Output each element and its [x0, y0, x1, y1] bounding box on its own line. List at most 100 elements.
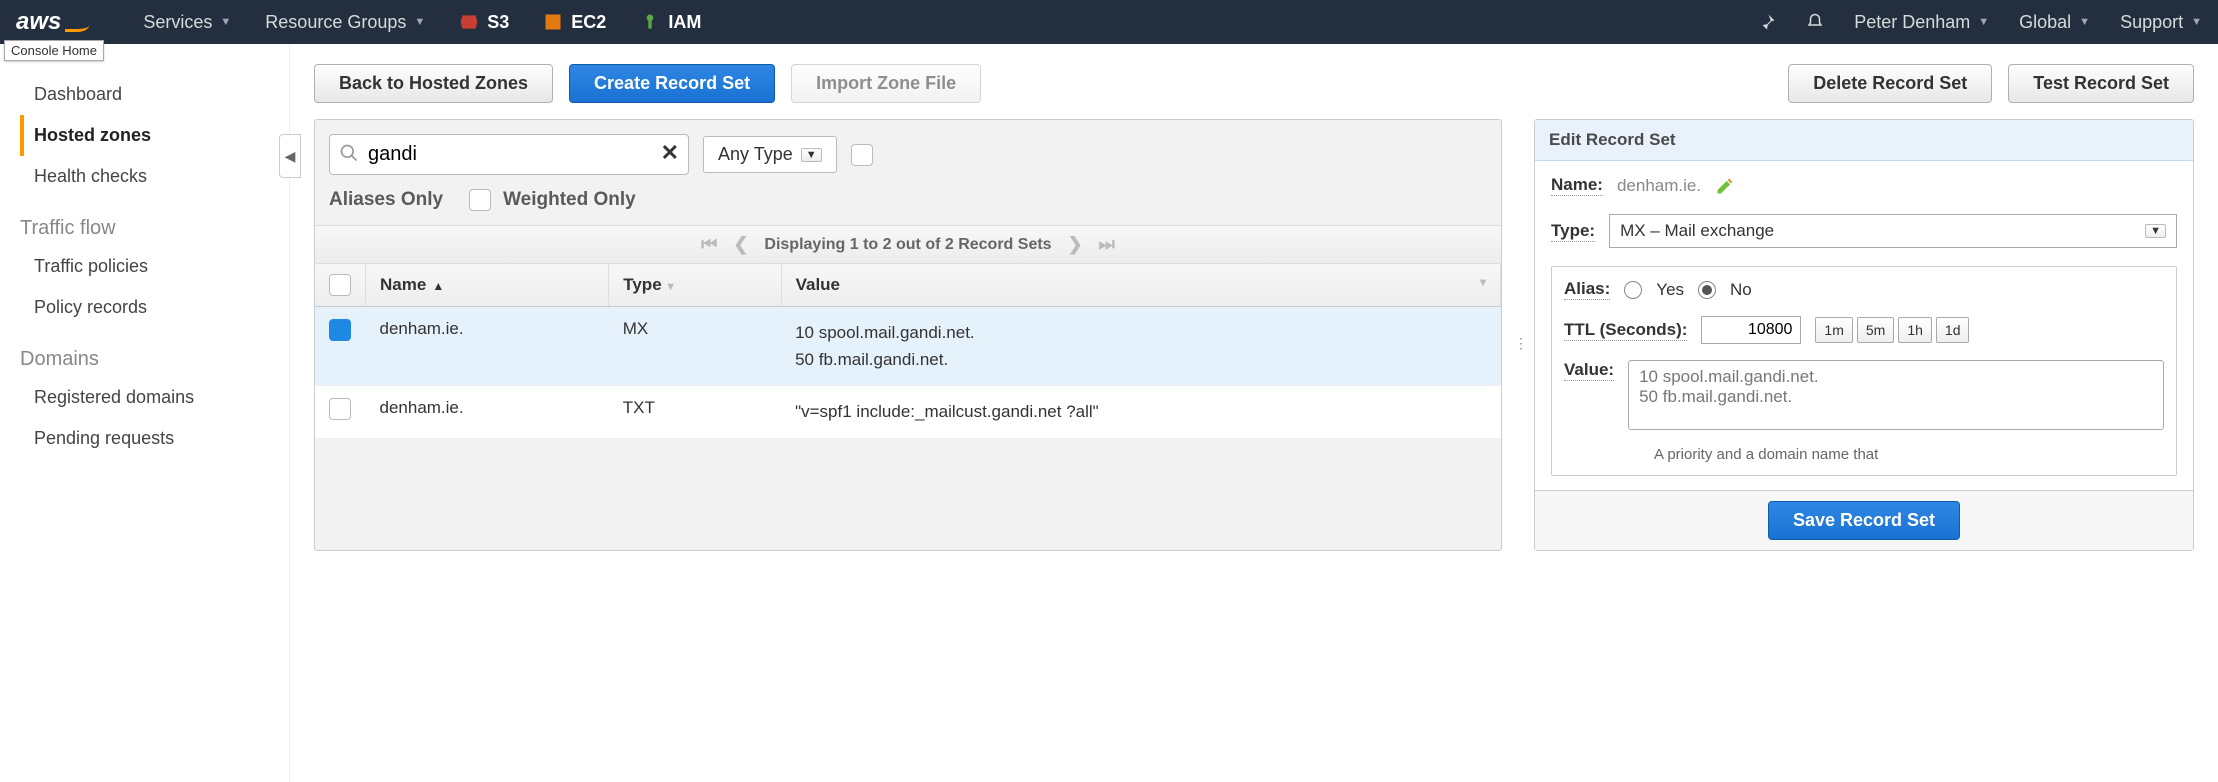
save-record-set-button[interactable]: Save Record Set: [1768, 501, 1960, 540]
select-all-checkbox[interactable]: [329, 274, 351, 296]
aliases-only-label: Aliases Only: [329, 189, 443, 211]
record-set-table: Name ▲ Type ▾ Value ▾ denham.ie. MX 10 spoo…: [315, 264, 1501, 439]
type-label: Type:: [1551, 221, 1595, 242]
table-row[interactable]: denham.ie. TXT "v=spf1 include:_mailcust…: [315, 386, 1501, 438]
chevron-down-icon: ▼: [2079, 16, 2090, 28]
user-menu[interactable]: Peter Denham ▼: [1854, 12, 1989, 33]
alias-no-label: No: [1730, 280, 1752, 300]
main-content: Back to Hosted Zones Create Record Set I…: [290, 44, 2218, 782]
name-value: denham.ie.: [1617, 176, 1701, 196]
table-row[interactable]: denham.ie. MX 10 spool.mail.gandi.net. 5…: [315, 307, 1501, 386]
create-record-set-button[interactable]: Create Record Set: [569, 64, 775, 103]
shortcut-iam-label: IAM: [668, 12, 701, 33]
type-select-value: MX – Mail exchange: [1620, 221, 1774, 241]
value-textarea[interactable]: [1628, 360, 2164, 430]
col-name[interactable]: Name ▲: [366, 264, 609, 307]
alias-ttl-value-box: Alias: Yes No TTL (Seconds): 1m 5m 1h: [1551, 266, 2177, 476]
test-record-set-button[interactable]: Test Record Set: [2008, 64, 2194, 103]
name-label: Name:: [1551, 175, 1603, 196]
ttl-preset-1h[interactable]: 1h: [1898, 317, 1932, 343]
shortcut-ec2[interactable]: EC2: [543, 12, 606, 33]
sidebar-heading-domains: Domains: [20, 328, 269, 377]
sidebar: ◀ Dashboard Hosted zones Health checks T…: [0, 44, 290, 782]
pane-splitter[interactable]: [1514, 119, 1522, 551]
sidebar-item-traffic-policies[interactable]: Traffic policies: [20, 246, 269, 287]
alias-label: Alias:: [1564, 279, 1610, 300]
chevron-down-icon: ▼: [2191, 16, 2202, 28]
support-menu[interactable]: Support ▼: [2120, 12, 2202, 33]
save-bar: Save Record Set: [1535, 490, 2193, 550]
ttl-preset-1m[interactable]: 1m: [1815, 317, 1852, 343]
sidebar-collapse-button[interactable]: ◀: [279, 134, 301, 178]
shortcut-s3[interactable]: S3: [459, 12, 509, 33]
search-icon: [339, 143, 359, 163]
sidebar-item-policy-records[interactable]: Policy records: [20, 287, 269, 328]
shortcut-iam[interactable]: IAM: [640, 12, 701, 33]
user-name: Peter Denham: [1854, 12, 1970, 33]
chevron-down-icon: ▼: [1978, 16, 1989, 28]
shortcut-s3-label: S3: [487, 12, 509, 33]
alias-yes-radio[interactable]: [1624, 281, 1642, 299]
row-checkbox[interactable]: [329, 319, 351, 341]
weighted-only-checkbox[interactable]: [469, 189, 491, 211]
value-label: Value:: [1564, 360, 1614, 381]
back-to-hosted-zones-button[interactable]: Back to Hosted Zones: [314, 64, 553, 103]
prev-page-button[interactable]: ❮: [733, 234, 748, 255]
alias-yes-label: Yes: [1656, 280, 1684, 300]
search-input[interactable]: [329, 134, 689, 175]
action-buttons-row: Back to Hosted Zones Create Record Set I…: [314, 64, 2194, 103]
next-page-button[interactable]: ❯: [1068, 234, 1083, 255]
detail-heading: Edit Record Set: [1535, 120, 2193, 161]
col-name-label: Name: [380, 275, 426, 294]
ec2-icon: [543, 12, 563, 32]
alias-no-radio[interactable]: [1698, 281, 1716, 299]
shortcut-ec2-label: EC2: [571, 12, 606, 33]
row-checkbox[interactable]: [329, 398, 351, 420]
table-header-row: Name ▲ Type ▾ Value ▾: [315, 264, 1501, 307]
cell-type: MX: [609, 307, 781, 386]
sidebar-item-hosted-zones[interactable]: Hosted zones: [20, 115, 269, 156]
resource-groups-menu[interactable]: Resource Groups▼: [265, 12, 425, 33]
sort-icon: ▾: [1480, 275, 1486, 289]
col-value[interactable]: Value ▾: [781, 264, 1500, 307]
sidebar-item-health-checks[interactable]: Health checks: [20, 156, 269, 197]
s3-icon: [459, 12, 479, 32]
pagination-text: Displaying 1 to 2 out of 2 Record Sets: [764, 236, 1051, 254]
import-zone-file-button[interactable]: Import Zone File: [791, 64, 981, 103]
col-type-label: Type: [623, 275, 661, 294]
edit-icon[interactable]: [1715, 176, 1735, 196]
iam-icon: [640, 12, 660, 32]
type-filter-label: Any Type: [718, 144, 793, 165]
pagination-bar: ⏮ ❮ Displaying 1 to 2 out of 2 Record Se…: [315, 225, 1501, 264]
region-menu[interactable]: Global▼: [2019, 12, 2090, 33]
aws-logo[interactable]: aws: [16, 8, 89, 36]
resource-groups-label: Resource Groups: [265, 12, 406, 33]
record-detail-pane: Edit Record Set Name: denham.ie. Type: M…: [1534, 119, 2194, 551]
type-filter-dropdown[interactable]: Any Type▼: [703, 136, 837, 173]
last-page-button[interactable]: ⏭: [1099, 234, 1115, 255]
cell-name: denham.ie.: [366, 386, 609, 438]
sort-asc-icon: ▲: [432, 279, 444, 293]
services-menu[interactable]: Services▼: [143, 12, 231, 33]
sort-icon: ▾: [668, 279, 674, 293]
sidebar-item-registered-domains[interactable]: Registered domains: [20, 377, 269, 418]
sidebar-item-dashboard[interactable]: Dashboard: [20, 74, 269, 115]
delete-record-set-button[interactable]: Delete Record Set: [1788, 64, 1992, 103]
support-label: Support: [2120, 12, 2183, 33]
filter-bar-2: Aliases Only Weighted Only: [315, 189, 1501, 225]
first-page-button[interactable]: ⏮: [701, 234, 717, 255]
top-navbar: aws Services▼ Resource Groups▼ S3 EC2 IA…: [0, 0, 2218, 44]
unknown-checkbox[interactable]: [851, 144, 873, 166]
ttl-preset-5m[interactable]: 5m: [1857, 317, 1894, 343]
col-value-label: Value: [796, 275, 840, 294]
bell-icon[interactable]: [1806, 13, 1824, 31]
sidebar-item-pending-requests[interactable]: Pending requests: [20, 418, 269, 459]
clear-search-icon[interactable]: ✕: [661, 140, 679, 166]
col-type[interactable]: Type ▾: [609, 264, 781, 307]
ttl-input[interactable]: [1701, 316, 1801, 344]
type-select[interactable]: MX – Mail exchange▼: [1609, 214, 2177, 248]
ttl-preset-1d[interactable]: 1d: [1936, 317, 1970, 343]
ttl-label: TTL (Seconds):: [1564, 320, 1687, 341]
pin-icon[interactable]: [1758, 13, 1776, 31]
weighted-only-label: Weighted Only: [503, 189, 636, 211]
